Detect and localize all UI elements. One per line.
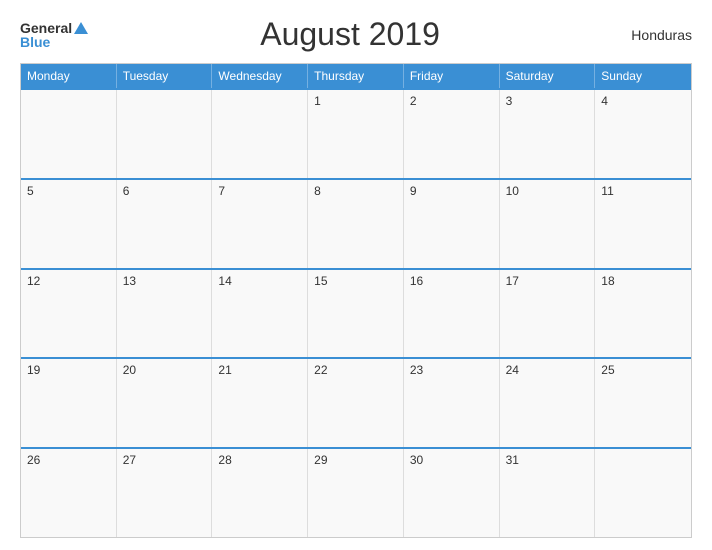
day-cell: 18 bbox=[595, 270, 691, 358]
day-cell: 20 bbox=[117, 359, 213, 447]
day-cell: 28 bbox=[212, 449, 308, 537]
day-header-monday: Monday bbox=[21, 64, 117, 88]
day-cell: 23 bbox=[404, 359, 500, 447]
page: General Blue August 2019 Honduras Monday… bbox=[0, 0, 712, 550]
day-number: 23 bbox=[410, 363, 423, 377]
day-cell: 25 bbox=[595, 359, 691, 447]
day-number: 16 bbox=[410, 274, 423, 288]
day-header-saturday: Saturday bbox=[500, 64, 596, 88]
day-number: 25 bbox=[601, 363, 614, 377]
day-number: 7 bbox=[218, 184, 225, 198]
day-cell: 11 bbox=[595, 180, 691, 268]
day-number: 27 bbox=[123, 453, 136, 467]
day-number: 10 bbox=[506, 184, 519, 198]
week-row-2: 5 6 7 8 9 10 11 bbox=[21, 178, 691, 268]
day-cell bbox=[595, 449, 691, 537]
day-number: 11 bbox=[601, 184, 613, 198]
day-number: 24 bbox=[506, 363, 519, 377]
day-number: 9 bbox=[410, 184, 417, 198]
calendar: MondayTuesdayWednesdayThursdayFridaySatu… bbox=[20, 63, 692, 538]
day-number: 12 bbox=[27, 274, 40, 288]
calendar-title: August 2019 bbox=[88, 16, 612, 53]
day-number: 15 bbox=[314, 274, 327, 288]
day-number: 1 bbox=[314, 94, 321, 108]
day-cell: 15 bbox=[308, 270, 404, 358]
week-row-1: 1 2 3 4 bbox=[21, 88, 691, 178]
day-header-tuesday: Tuesday bbox=[117, 64, 213, 88]
logo-general-text: General bbox=[20, 21, 72, 35]
weeks: 1234567891011121314151617181920212223242… bbox=[21, 88, 691, 537]
day-cell bbox=[21, 90, 117, 178]
day-cell: 8 bbox=[308, 180, 404, 268]
day-cell: 27 bbox=[117, 449, 213, 537]
logo-triangle-icon bbox=[74, 22, 88, 34]
day-number: 22 bbox=[314, 363, 327, 377]
day-number: 29 bbox=[314, 453, 327, 467]
day-header-friday: Friday bbox=[404, 64, 500, 88]
day-number: 8 bbox=[314, 184, 321, 198]
header: General Blue August 2019 Honduras bbox=[20, 16, 692, 53]
logo-blue-text: Blue bbox=[20, 35, 50, 49]
day-number: 4 bbox=[601, 94, 608, 108]
day-cell bbox=[117, 90, 213, 178]
day-cell: 2 bbox=[404, 90, 500, 178]
day-cell: 3 bbox=[500, 90, 596, 178]
day-header-thursday: Thursday bbox=[308, 64, 404, 88]
day-cell: 31 bbox=[500, 449, 596, 537]
day-cell: 19 bbox=[21, 359, 117, 447]
day-cell: 16 bbox=[404, 270, 500, 358]
day-cell: 12 bbox=[21, 270, 117, 358]
day-header-sunday: Sunday bbox=[595, 64, 691, 88]
day-number: 31 bbox=[506, 453, 519, 467]
day-number: 3 bbox=[506, 94, 513, 108]
day-cell: 26 bbox=[21, 449, 117, 537]
day-cell bbox=[212, 90, 308, 178]
day-number: 14 bbox=[218, 274, 231, 288]
day-cell: 7 bbox=[212, 180, 308, 268]
day-number: 2 bbox=[410, 94, 417, 108]
day-cell: 6 bbox=[117, 180, 213, 268]
day-number: 21 bbox=[218, 363, 231, 377]
day-cell: 4 bbox=[595, 90, 691, 178]
week-row-4: 19 20 21 22 23 24 25 bbox=[21, 357, 691, 447]
day-number: 5 bbox=[27, 184, 34, 198]
week-row-5: 26 27 28 29 30 31 bbox=[21, 447, 691, 537]
week-row-3: 12 13 14 15 16 17 18 bbox=[21, 268, 691, 358]
day-number: 18 bbox=[601, 274, 614, 288]
day-cell: 14 bbox=[212, 270, 308, 358]
day-number: 20 bbox=[123, 363, 136, 377]
day-cell: 9 bbox=[404, 180, 500, 268]
day-cell: 17 bbox=[500, 270, 596, 358]
day-number: 26 bbox=[27, 453, 40, 467]
day-number: 6 bbox=[123, 184, 130, 198]
day-cell: 29 bbox=[308, 449, 404, 537]
day-cell: 1 bbox=[308, 90, 404, 178]
day-number: 30 bbox=[410, 453, 423, 467]
day-number: 28 bbox=[218, 453, 231, 467]
day-cell: 22 bbox=[308, 359, 404, 447]
day-cell: 21 bbox=[212, 359, 308, 447]
day-cell: 24 bbox=[500, 359, 596, 447]
day-cell: 30 bbox=[404, 449, 500, 537]
day-number: 19 bbox=[27, 363, 40, 377]
day-cell: 5 bbox=[21, 180, 117, 268]
country-label: Honduras bbox=[612, 27, 692, 43]
day-headers: MondayTuesdayWednesdayThursdayFridaySatu… bbox=[21, 64, 691, 88]
day-number: 13 bbox=[123, 274, 136, 288]
day-number: 17 bbox=[506, 274, 519, 288]
logo: General Blue bbox=[20, 21, 88, 49]
day-cell: 10 bbox=[500, 180, 596, 268]
day-cell: 13 bbox=[117, 270, 213, 358]
day-header-wednesday: Wednesday bbox=[212, 64, 308, 88]
